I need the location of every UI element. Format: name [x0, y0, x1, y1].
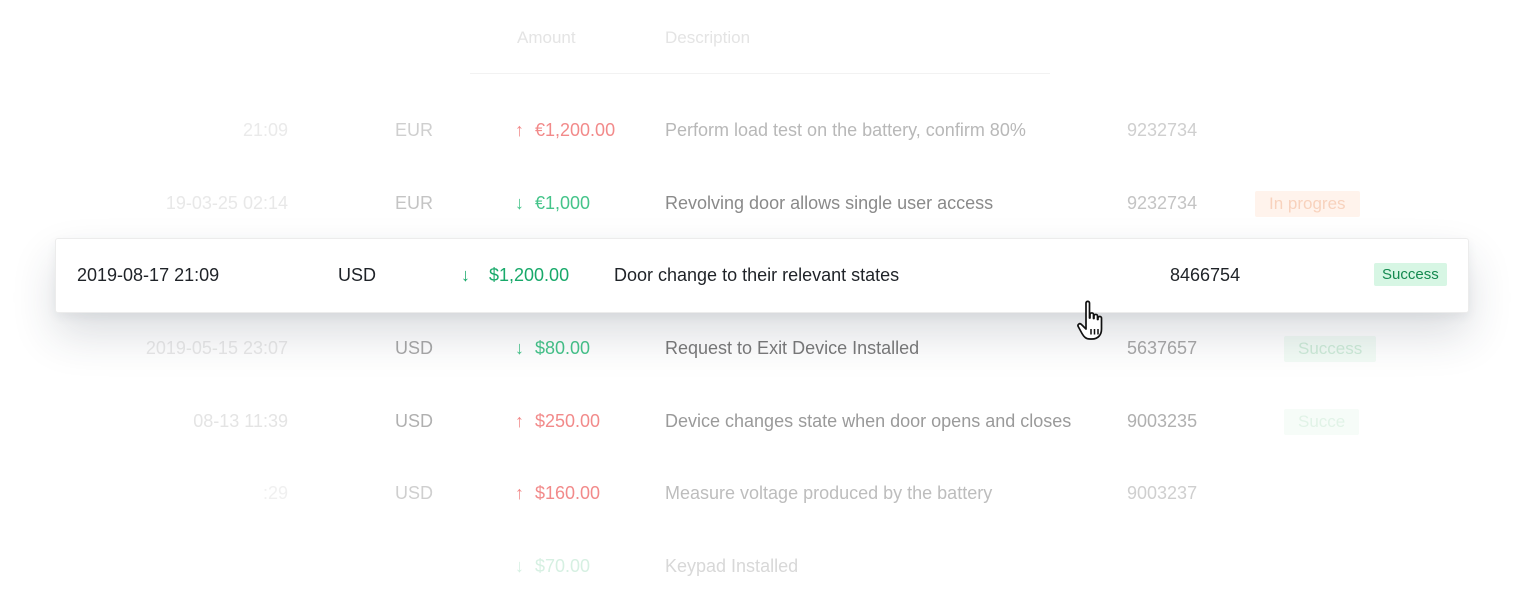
selected-row-reference: 8466754: [1170, 265, 1241, 285]
row-date: 21:09: [242, 120, 288, 140]
selected-table-row[interactable]: 2019-08-17 21:09 USD ↓ $1,200.00 Door cha…: [55, 238, 1469, 313]
table-row[interactable]: 21:09 EUR ↑ €1,200.00 Perform load test o…: [0, 120, 1524, 150]
arrow-up-icon: ↑: [515, 411, 524, 431]
table-row[interactable]: :29 USD ↑ $160.00 Measure voltage produce…: [0, 483, 1524, 513]
row-date: :29: [262, 483, 288, 503]
header-description[interactable]: Description: [665, 28, 750, 48]
row-description: Request to Exit Device Installed: [665, 338, 920, 358]
row-amount: ↓ $70.00: [515, 556, 591, 576]
arrow-down-icon: ↓: [515, 193, 524, 213]
status-badge: Success: [1284, 336, 1377, 362]
row-reference: 9232734: [1127, 193, 1198, 213]
row-description: Keypad Installed: [665, 556, 799, 576]
status-badge: In progres: [1255, 191, 1360, 217]
status-badge: Succe: [1284, 409, 1360, 435]
table-row[interactable]: 2019-05-15 23:07 USD ↓ $80.00 Request to …: [0, 336, 1524, 368]
row-amount: ↑ €1,200.00: [515, 120, 616, 140]
row-amount: ↑ $160.00: [515, 483, 601, 503]
arrow-down-icon: ↓: [461, 265, 470, 285]
row-date: 2019-05-15 23:07: [145, 338, 288, 358]
selected-row-amount: ↓ $1,200.00: [461, 265, 570, 285]
row-currency: EUR: [395, 193, 434, 213]
row-reference: 9232734: [1127, 120, 1198, 140]
row-reference: 9003235: [1127, 411, 1198, 431]
row-reference: 5637657: [1127, 338, 1198, 358]
arrow-up-icon: ↑: [515, 483, 524, 503]
row-amount: ↓ $80.00: [515, 338, 591, 358]
table-row[interactable]: 19-03-25 02:14 EUR ↓ €1,000 Revolving doo…: [0, 191, 1524, 223]
row-description: Device changes state when door opens and…: [665, 411, 1072, 431]
transactions-view: Amount Description 21:09 EUR ↑ €1,200.00 …: [0, 0, 1524, 609]
status-badge: Success: [1374, 263, 1447, 286]
row-date: 19-03-25 02:14: [165, 193, 288, 213]
arrow-down-icon: ↓: [515, 556, 524, 576]
selected-row-currency: USD: [338, 265, 377, 285]
row-currency: USD: [395, 338, 434, 358]
table-row[interactable]: 08-13 11:39 USD ↑ $250.00 Device changes …: [0, 409, 1524, 441]
selected-row-date: 2019-08-17 21:09: [77, 265, 220, 285]
selected-row-description: Door change to their relevant states: [614, 265, 900, 285]
row-description: Perform load test on the battery, confir…: [665, 120, 1026, 140]
row-reference: 9003237: [1127, 483, 1198, 503]
row-description: Revolving door allows single user access: [665, 193, 994, 213]
arrow-down-icon: ↓: [515, 338, 524, 358]
row-currency: USD: [395, 411, 434, 431]
arrow-up-icon: ↑: [515, 120, 524, 140]
row-amount: ↓ €1,000: [515, 193, 591, 213]
hand-pointer-icon: [1077, 300, 1103, 340]
row-currency: EUR: [395, 120, 434, 140]
row-description: Measure voltage produced by the battery: [665, 483, 993, 503]
row-date: 08-13 11:39: [193, 411, 288, 431]
row-amount: ↑ $250.00: [515, 411, 601, 431]
row-currency: USD: [395, 483, 434, 503]
table-row[interactable]: ↓ $70.00 Keypad Installed: [0, 556, 1524, 586]
header-amount[interactable]: Amount: [517, 28, 576, 48]
header-divider: [470, 73, 1050, 74]
